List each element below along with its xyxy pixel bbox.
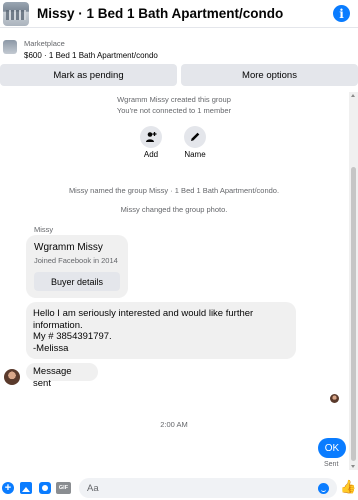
scroll-down-arrow[interactable] <box>351 465 355 468</box>
listing-actions: Mark as pending More options <box>0 64 358 86</box>
emoji-icon[interactable] <box>318 483 329 494</box>
scrollbar[interactable] <box>349 92 358 470</box>
like-icon[interactable]: 👍 <box>340 479 356 495</box>
message-line: -Melissa <box>33 342 69 354</box>
more-options-button[interactable]: More options <box>181 64 358 86</box>
photo-changed-notice: Missy changed the group photo. <box>120 205 228 214</box>
scrollbar-thumb[interactable] <box>351 167 356 461</box>
message-input[interactable] <box>79 478 337 498</box>
info-icon[interactable]: i <box>333 5 350 22</box>
listing-thumbnail <box>3 40 17 54</box>
profile-card: Wgramm Missy Joined Facebook in 2014 Buy… <box>26 235 128 298</box>
message-composer: + GIF 👍 <box>0 475 358 500</box>
listing-title: $600 · 1 Bed 1 Bath Apartment/condo <box>24 51 158 60</box>
message-thread[interactable]: Wgramm Missy created this group You're n… <box>0 92 348 470</box>
buyer-details-button[interactable]: Buyer details <box>34 272 120 291</box>
group-created-notice: Wgramm Missy created this group <box>117 95 231 104</box>
sender-avatar[interactable] <box>4 369 20 385</box>
add-member-button[interactable] <box>140 126 162 148</box>
group-avatar[interactable] <box>3 1 29 26</box>
plus-icon[interactable]: + <box>2 482 14 494</box>
marketplace-listing[interactable]: Marketplace $600 · 1 Bed 1 Bath Apartmen… <box>0 36 358 62</box>
connection-notice: You're not connected to 1 member <box>116 106 232 115</box>
add-member-icon <box>146 132 157 142</box>
read-receipt-avatar <box>330 394 339 403</box>
message-bubble[interactable]: Message sent <box>26 363 98 389</box>
gif-icon[interactable]: GIF <box>56 482 71 494</box>
group-named-notice: Missy named the group Missy · 1 Bed 1 Ba… <box>68 186 280 195</box>
mark-as-pending-button[interactable]: Mark as pending <box>0 64 177 86</box>
profile-joined: Joined Facebook in 2014 <box>34 256 118 265</box>
add-label: Add <box>143 150 159 159</box>
sticker-icon[interactable] <box>39 482 51 494</box>
conversation-header: Missy · 1 Bed 1 Bath Apartment/condo i <box>0 0 358 28</box>
photo-icon[interactable] <box>20 482 32 494</box>
message-line: Hello I am seriously interested and woul… <box>33 308 254 319</box>
profile-name[interactable]: Wgramm Missy <box>34 242 103 253</box>
sender-name: Missy <box>34 225 54 234</box>
name-label: Name <box>184 150 206 159</box>
message-bubble[interactable]: Hello I am seriously interested and woul… <box>26 302 296 359</box>
conversation-title[interactable]: Missy · 1 Bed 1 Bath Apartment/condo <box>37 6 283 21</box>
marketplace-label: Marketplace <box>24 39 65 48</box>
message-line: My # 3854391797. <box>33 331 112 342</box>
outgoing-message-bubble[interactable]: OK <box>318 438 346 458</box>
edit-name-icon <box>191 132 200 141</box>
message-line: information. <box>33 319 83 331</box>
scroll-up-arrow[interactable] <box>351 94 355 97</box>
edit-name-button[interactable] <box>184 126 206 148</box>
sent-status: Sent <box>324 461 339 468</box>
message-timestamp: 2:00 AM <box>160 420 188 429</box>
